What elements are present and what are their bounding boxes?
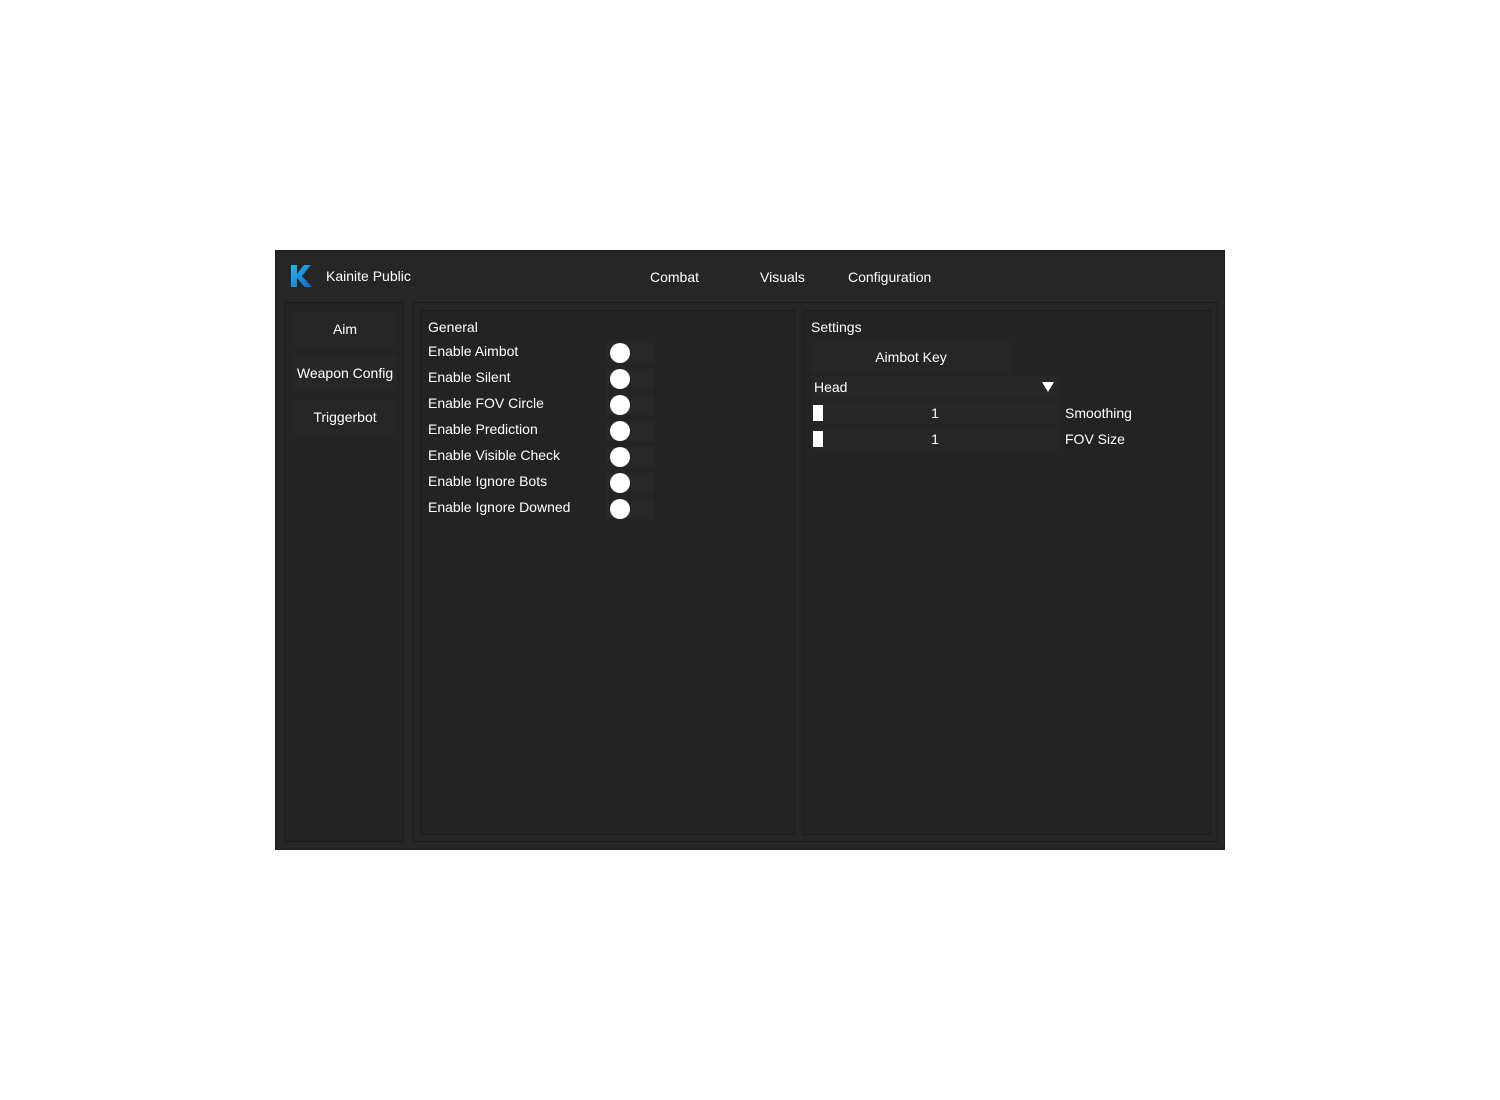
toggle-row-enable-aimbot: Enable Aimbot <box>428 343 668 369</box>
slider-label: Smoothing <box>1065 405 1132 421</box>
general-panel: General Enable Aimbot Enable Silent Enab… <box>420 310 795 835</box>
sidebar-item-aim[interactable]: Aim <box>293 312 397 346</box>
toggle-row-enable-ignore-downed: Enable Ignore Downed <box>428 499 668 525</box>
toggle-label: Enable Ignore Bots <box>428 473 548 489</box>
toggle-label: Enable FOV Circle <box>428 395 544 411</box>
toggle-label: Enable Prediction <box>428 421 538 437</box>
enable-visible-check-toggle[interactable] <box>606 447 654 467</box>
aimbot-key-button[interactable]: Aimbot Key <box>811 342 1011 372</box>
content-area: General Enable Aimbot Enable Silent Enab… <box>412 302 1218 842</box>
sidebar: Aim Weapon Config Triggerbot <box>284 302 404 842</box>
sidebar-item-triggerbot[interactable]: Triggerbot <box>293 400 397 434</box>
smoothing-slider[interactable]: 1 <box>811 402 1059 424</box>
toggle-knob <box>610 369 630 389</box>
toggle-knob <box>610 421 630 441</box>
toggle-row-enable-visible-check: Enable Visible Check <box>428 447 668 473</box>
toggle-knob <box>610 499 630 519</box>
toggle-knob <box>610 473 630 493</box>
fov-size-slider-row: 1 FOV Size <box>811 428 1151 450</box>
app-title: Kainite Public <box>326 268 411 284</box>
enable-silent-toggle[interactable] <box>606 369 654 389</box>
toggle-row-enable-prediction: Enable Prediction <box>428 421 668 447</box>
slider-value: 1 <box>931 431 939 447</box>
settings-panel-title: Settings <box>811 319 862 335</box>
enable-fov-circle-toggle[interactable] <box>606 395 654 415</box>
settings-panel: Settings Aimbot Key Head 1 Smoothing 1 F… <box>803 310 1211 835</box>
general-panel-title: General <box>428 319 478 335</box>
toggle-row-enable-fov-circle: Enable FOV Circle <box>428 395 668 421</box>
toggle-label: Enable Aimbot <box>428 343 519 359</box>
toggle-row-enable-silent: Enable Silent <box>428 369 668 395</box>
slider-value: 1 <box>931 405 939 421</box>
smoothing-slider-row: 1 Smoothing <box>811 402 1151 424</box>
title-bar: Kainite Public Combat Visuals Configurat… <box>276 251 1226 301</box>
toggle-label: Enable Ignore Downed <box>428 499 571 515</box>
slider-label: FOV Size <box>1065 431 1125 447</box>
enable-ignore-bots-toggle[interactable] <box>606 473 654 493</box>
toggle-row-enable-ignore-bots: Enable Ignore Bots <box>428 473 668 499</box>
tab-combat[interactable]: Combat <box>650 269 699 285</box>
main-window: Kainite Public Combat Visuals Configurat… <box>275 250 1225 850</box>
k-logo-icon <box>291 265 312 287</box>
fov-size-slider[interactable]: 1 <box>811 428 1059 450</box>
sidebar-item-weapon-config[interactable]: Weapon Config <box>293 356 397 390</box>
toggle-knob <box>610 343 630 363</box>
tab-visuals[interactable]: Visuals <box>760 269 805 285</box>
dropdown-value: Head <box>814 379 848 395</box>
toggle-label: Enable Silent <box>428 369 511 385</box>
target-bone-dropdown[interactable]: Head <box>811 376 1061 398</box>
enable-prediction-toggle[interactable] <box>606 421 654 441</box>
triangle-down-icon <box>1042 382 1054 392</box>
toggle-knob <box>610 395 630 415</box>
toggle-label: Enable Visible Check <box>428 447 561 463</box>
toggle-knob <box>610 447 630 467</box>
enable-aimbot-toggle[interactable] <box>606 343 654 363</box>
tab-configuration[interactable]: Configuration <box>848 269 931 285</box>
enable-ignore-downed-toggle[interactable] <box>606 499 654 519</box>
